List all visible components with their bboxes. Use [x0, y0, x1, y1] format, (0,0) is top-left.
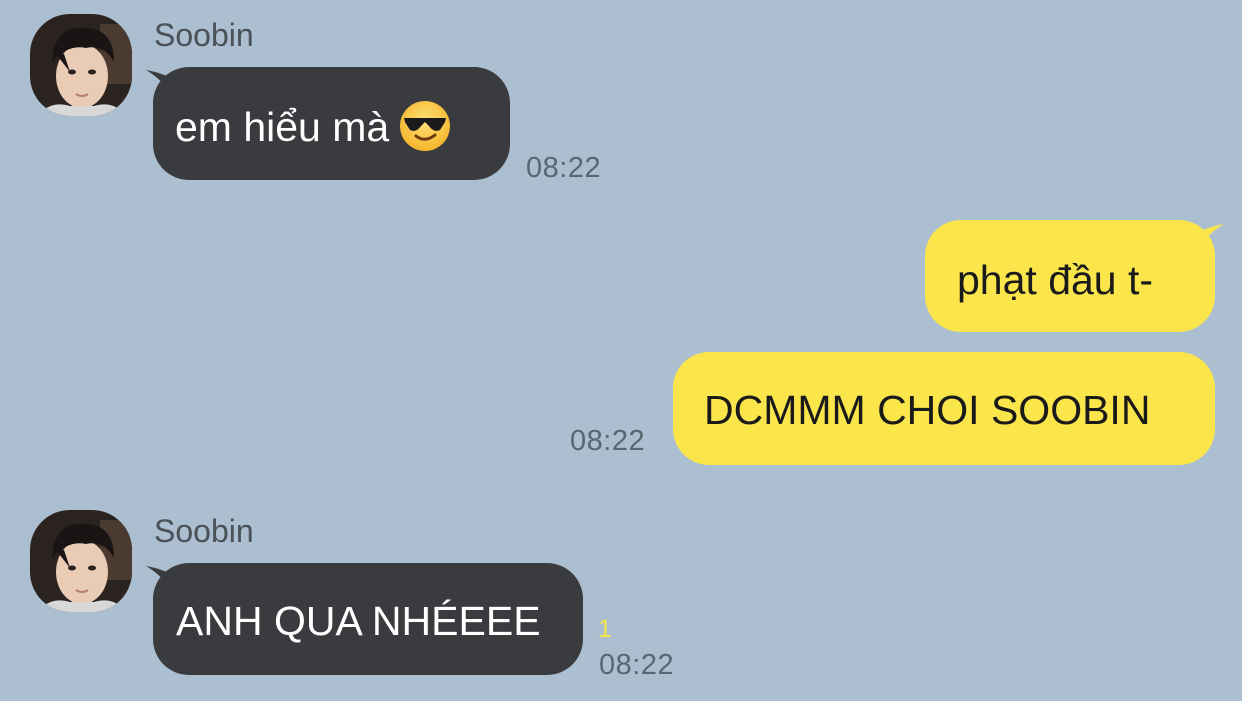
sender-name: Soobin: [154, 17, 254, 53]
sender-name: Soobin: [154, 513, 254, 549]
message-timestamp: 08:22: [570, 425, 646, 457]
message-text: phạt đầu t-: [957, 257, 1154, 303]
sunglasses-emoji-icon: [399, 100, 451, 152]
profile-photo-icon: [30, 510, 132, 612]
incoming-message-bubble[interactable]: ANH QUA NHÉEEE: [153, 563, 583, 675]
profile-photo-icon: [30, 14, 132, 116]
avatar[interactable]: [30, 14, 132, 116]
message-timestamp: 08:22: [526, 152, 602, 184]
message-text: ANH QUA NHÉEEE: [176, 598, 541, 644]
message-timestamp: 08:22: [599, 649, 675, 681]
incoming-message-bubble[interactable]: em hiểu mà: [153, 67, 510, 180]
outgoing-message-bubble[interactable]: phạt đầu t-: [925, 220, 1215, 332]
avatar[interactable]: [30, 510, 132, 612]
message-text: em hiểu mà: [175, 103, 390, 150]
unread-count: 1: [598, 615, 612, 643]
outgoing-message-bubble[interactable]: DCMMM CHOI SOOBIN: [673, 352, 1215, 465]
message-text: DCMMM CHOI SOOBIN: [704, 387, 1151, 433]
